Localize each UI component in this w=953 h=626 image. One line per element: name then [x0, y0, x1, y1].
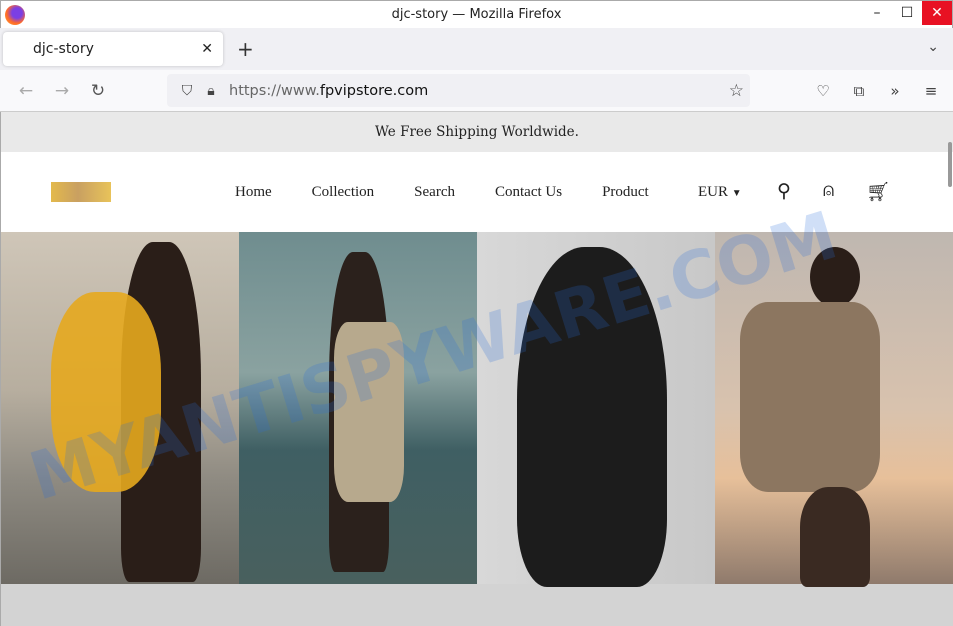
window-titlebar: djc-story — Mozilla Firefox – ☐ ✕ — [0, 0, 953, 28]
menu-search[interactable]: Search — [414, 184, 455, 201]
hero-image-3 — [477, 232, 715, 587]
site-logo[interactable] — [51, 182, 111, 202]
menu-product[interactable]: Product — [602, 184, 649, 201]
tab-bar: djc-story ✕ + ⌄ — [0, 28, 953, 70]
close-window-button[interactable]: ✕ — [922, 1, 952, 25]
url-domain: fpvipstore.com — [319, 82, 429, 99]
search-icon[interactable]: ⚲ — [777, 180, 791, 204]
web-page: We Free Shipping Worldwide. Home Collect… — [0, 112, 953, 626]
url-bar[interactable]: ⛉ 🔒︎ https://www. fpvipstore.com ☆ — [167, 74, 750, 107]
hero-banner[interactable] — [1, 232, 953, 587]
list-tabs-chevron-icon[interactable]: ⌄ — [927, 39, 939, 55]
hero-image-4 — [715, 232, 953, 587]
close-tab-icon[interactable]: ✕ — [201, 41, 213, 57]
back-button[interactable]: ← — [8, 81, 44, 101]
menu-contact-us[interactable]: Contact Us — [495, 184, 562, 201]
cart-icon[interactable]: 🛒︎ — [866, 180, 890, 204]
main-menu: Home Collection Search Contact Us Produc… — [235, 184, 649, 201]
url-scheme: https://www. — [229, 82, 320, 99]
extensions-icon[interactable]: ⧉ — [843, 82, 875, 100]
scrollbar[interactable] — [947, 112, 953, 626]
pocket-icon[interactable]: ♡ — [807, 82, 839, 100]
site-header: Home Collection Search Contact Us Produc… — [1, 152, 953, 232]
new-tab-button[interactable]: + — [237, 37, 254, 61]
currency-selector[interactable]: EUR ▼ — [698, 184, 742, 201]
currency-value: EUR — [698, 183, 728, 200]
announcement-bar: We Free Shipping Worldwide. — [1, 112, 953, 152]
more-tools-icon[interactable]: » — [879, 82, 911, 100]
menu-icon[interactable]: ≡ — [915, 82, 947, 100]
window-title: djc-story — Mozilla Firefox — [391, 7, 562, 22]
navigation-toolbar: ← → ↻ ⛉ 🔒︎ https://www. fpvipstore.com ☆ … — [0, 70, 953, 112]
shield-icon[interactable]: ⛉ — [175, 83, 199, 99]
forward-button[interactable]: → — [44, 81, 80, 101]
caret-down-icon: ▼ — [731, 187, 742, 199]
menu-home[interactable]: Home — [235, 184, 272, 201]
bookmark-star-icon[interactable]: ☆ — [729, 81, 744, 101]
reload-button[interactable]: ↻ — [80, 81, 116, 101]
page-footer-area — [1, 584, 953, 626]
lock-icon[interactable]: 🔒︎ — [199, 83, 223, 99]
menu-collection[interactable]: Collection — [312, 184, 375, 201]
tab-djc-story[interactable]: djc-story ✕ — [3, 32, 223, 66]
hero-image-1 — [1, 232, 239, 584]
account-icon[interactable]: ⍝ — [823, 180, 834, 204]
firefox-logo-icon — [5, 5, 25, 25]
hero-image-2 — [239, 232, 477, 584]
tab-label: djc-story — [33, 41, 94, 57]
minimize-button[interactable]: – — [862, 1, 892, 25]
maximize-button[interactable]: ☐ — [892, 1, 922, 25]
